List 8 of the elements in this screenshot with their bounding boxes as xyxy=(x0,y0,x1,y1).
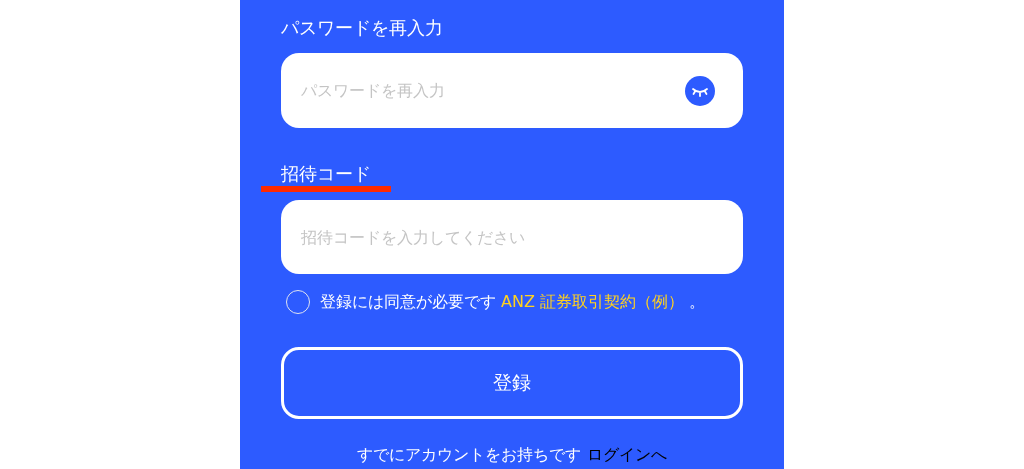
closed-eye-icon[interactable] xyxy=(685,75,715,106)
terms-link[interactable]: ANZ 証券取引契約（例） xyxy=(501,291,685,311)
agreement-text: 登録には同意が必要です ANZ 証券取引契約（例） 。 xyxy=(320,291,706,313)
field-label: 招待コード xyxy=(261,162,391,192)
field-label: パスワードを再入力 xyxy=(281,16,443,40)
login-link[interactable]: ログインへ xyxy=(586,445,667,464)
register-button[interactable]: 登録 xyxy=(281,347,743,419)
login-prompt: すでにアカウントをお持ちです ログインへ xyxy=(356,445,668,465)
